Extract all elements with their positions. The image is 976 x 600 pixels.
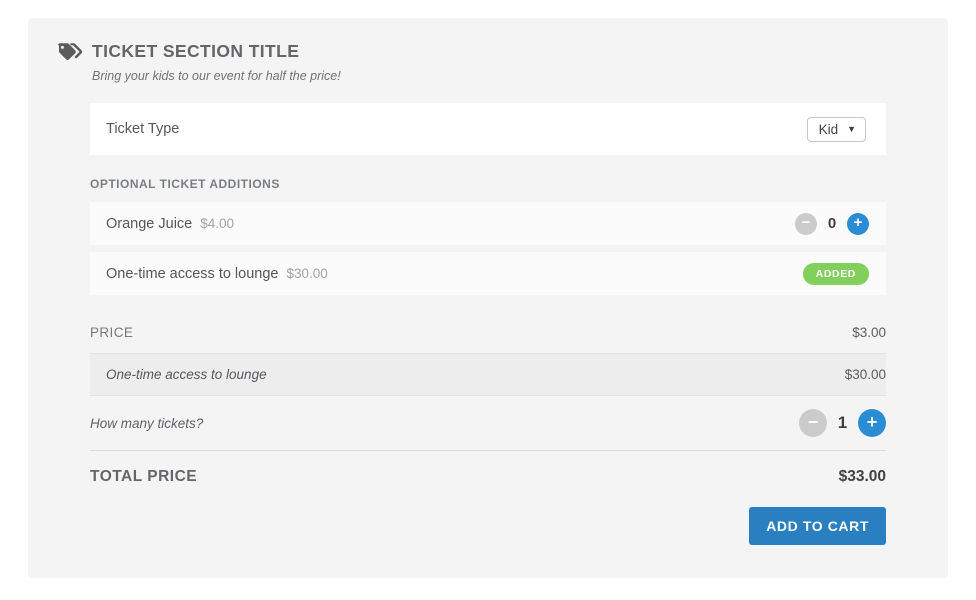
price-tag-icon	[57, 42, 83, 62]
price-line-item-value: $30.00	[844, 367, 886, 382]
total-price-value: $33.00	[838, 468, 886, 485]
plus-icon: +	[866, 412, 878, 432]
total-price-label: TOTAL PRICE	[90, 468, 198, 485]
ticket-increment-button[interactable]: +	[858, 409, 886, 437]
addition-decrement-button[interactable]: −	[795, 212, 817, 235]
ticket-quantity-value: 1	[837, 413, 848, 432]
addition-row: Orange Juice $4.00 − 0 +	[90, 202, 886, 245]
chevron-down-icon: ▼	[847, 123, 856, 134]
addition-price: $30.00	[286, 265, 328, 281]
add-to-cart-button[interactable]: ADD TO CART	[749, 507, 886, 545]
addition-info: Orange Juice $4.00	[106, 216, 234, 232]
addition-name: Orange Juice	[106, 215, 193, 232]
addition-name: One-time access to lounge	[106, 265, 279, 282]
ticket-type-row: Ticket Type Kid ▼	[90, 103, 886, 155]
price-label: PRICE	[90, 324, 134, 340]
section-subtitle: Bring your kids to our event for half th…	[92, 69, 341, 83]
cart-action-row: ADD TO CART	[90, 507, 886, 545]
addition-price: $4.00	[200, 215, 235, 231]
price-row: PRICE $3.00	[90, 311, 886, 354]
ticket-type-selected-value: Kid	[818, 121, 839, 137]
minus-icon: −	[807, 412, 819, 432]
ticket-section-card: TICKET SECTION TITLE Bring your kids to …	[28, 18, 948, 578]
price-line-item-row: One-time access to lounge $30.00	[90, 354, 886, 396]
page-title: TICKET SECTION TITLE	[92, 41, 300, 61]
optional-additions-heading: OPTIONAL TICKET ADDITIONS	[90, 177, 280, 191]
price-summary: PRICE $3.00 One-time access to lounge $3…	[90, 311, 886, 545]
addition-quantity-stepper: − 0 +	[795, 212, 869, 235]
minus-icon: −	[801, 214, 811, 231]
addition-increment-button[interactable]: +	[847, 212, 869, 235]
price-value: $3.00	[852, 324, 886, 340]
ticket-quantity-label: How many tickets?	[90, 415, 204, 431]
ticket-quantity-row: How many tickets? − 1 +	[90, 396, 886, 451]
ticket-type-select[interactable]: Kid ▼	[806, 116, 866, 142]
ticket-type-label: Ticket Type	[106, 121, 180, 137]
card-header: TICKET SECTION TITLE Bring your kids to …	[28, 18, 948, 84]
price-line-item-name: One-time access to lounge	[106, 367, 267, 382]
plus-icon: +	[853, 214, 863, 231]
addition-row: One-time access to lounge $30.00 ADDED	[90, 252, 886, 295]
ticket-quantity-stepper: − 1 +	[799, 409, 886, 437]
addition-quantity-value: 0	[827, 215, 837, 232]
ticket-decrement-button[interactable]: −	[799, 409, 827, 437]
addition-info: One-time access to lounge $30.00	[106, 266, 328, 282]
status-badge-added[interactable]: ADDED	[802, 262, 869, 285]
total-price-row: TOTAL PRICE $33.00	[90, 455, 886, 499]
